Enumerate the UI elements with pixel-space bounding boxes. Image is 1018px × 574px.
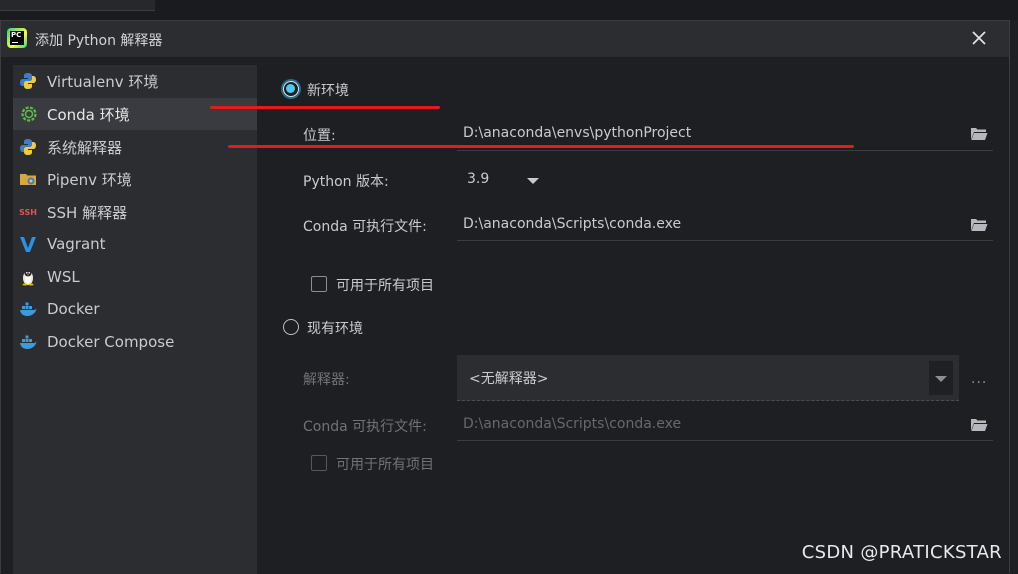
existing-conda-exe-input[interactable]: D:\anaconda\Scripts\conda.exe xyxy=(463,416,681,432)
sidebar-item-docker[interactable]: Docker xyxy=(13,293,257,325)
existing-conda-exe-label: Conda 可执行文件: xyxy=(303,416,427,436)
sidebar-item-label: WSL xyxy=(47,268,80,286)
add-interpreter-dialog: PC 添加 Python 解释器 Virtualenv 环境 xyxy=(0,20,1010,573)
existing-available-all-label: 可用于所有项目 xyxy=(336,454,434,474)
ssh-icon: SSH xyxy=(19,203,37,221)
sidebar-item-label: SSH 解释器 xyxy=(47,202,127,223)
linux-tux-icon xyxy=(19,268,37,286)
python-version-select[interactable]: 3.9 xyxy=(457,163,549,197)
sidebar-item-ssh[interactable]: SSH SSH 解释器 xyxy=(13,196,257,228)
sidebar-item-virtualenv[interactable]: Virtualenv 环境 xyxy=(13,65,257,97)
new-env-radio[interactable] xyxy=(283,81,299,97)
folder-browse-icon[interactable] xyxy=(970,127,988,141)
background-tab xyxy=(0,0,155,11)
location-label: 位置: xyxy=(303,125,336,145)
folder-browse-icon[interactable] xyxy=(970,218,988,232)
sidebar-item-vagrant[interactable]: Vagrant xyxy=(13,228,257,260)
interpreter-value: <无解释器> xyxy=(469,368,548,388)
python-icon xyxy=(19,138,37,156)
conda-exe-label: Conda 可执行文件: xyxy=(303,216,427,236)
pipenv-folder-icon xyxy=(19,170,37,188)
sidebar-item-system[interactable]: 系统解释器 xyxy=(13,131,257,163)
folder-browse-icon[interactable] xyxy=(970,418,988,432)
sidebar-item-label: Docker xyxy=(47,300,100,318)
docker-icon xyxy=(19,300,37,318)
sidebar-item-label: Docker Compose xyxy=(47,333,174,351)
dialog-titlebar: PC 添加 Python 解释器 xyxy=(1,21,1009,57)
pycharm-logo-icon: PC xyxy=(7,28,27,48)
close-button[interactable] xyxy=(967,26,991,50)
available-all-projects-label: 可用于所有项目 xyxy=(336,275,434,295)
new-env-label: 新环境 xyxy=(307,80,349,100)
more-options-button[interactable]: ... xyxy=(971,371,987,387)
location-input[interactable]: D:\anaconda\envs\pythonProject xyxy=(463,125,691,141)
interpreter-label: 解释器: xyxy=(303,369,350,389)
python-icon xyxy=(19,72,37,90)
sidebar-item-label: 系统解释器 xyxy=(47,137,122,158)
background-window-strip xyxy=(0,0,1018,20)
docker-icon xyxy=(19,333,37,351)
interpreter-dropdown-button[interactable] xyxy=(929,361,953,395)
python-version-value: 3.9 xyxy=(467,171,489,187)
existing-available-all-checkbox[interactable] xyxy=(311,455,327,471)
watermark: CSDN @PRATICKSTAR xyxy=(802,542,1002,563)
available-all-projects-checkbox[interactable] xyxy=(311,276,327,292)
existing-env-label: 现有环境 xyxy=(307,318,363,338)
close-icon xyxy=(972,31,986,45)
conda-icon xyxy=(19,105,37,123)
sidebar-item-wsl[interactable]: WSL xyxy=(13,261,257,293)
annotation-underline xyxy=(228,145,854,148)
conda-settings-panel: 新环境 位置: D:\anaconda\envs\pythonProject P… xyxy=(257,57,1011,574)
conda-exe-input[interactable]: D:\anaconda\Scripts\conda.exe xyxy=(463,216,681,232)
dialog-title: 添加 Python 解释器 xyxy=(35,30,162,50)
sidebar-item-label: Vagrant xyxy=(47,235,106,253)
sidebar-item-label: Pipenv 环境 xyxy=(47,169,132,190)
annotation-underline xyxy=(210,106,440,109)
python-version-label: Python 版本: xyxy=(303,171,389,191)
existing-env-radio[interactable] xyxy=(283,319,299,335)
chevron-down-icon xyxy=(935,376,947,382)
sidebar-item-pipenv[interactable]: Pipenv 环境 xyxy=(13,163,257,195)
interpreter-select[interactable]: <无解释器> xyxy=(457,355,959,401)
sidebar-item-docker-compose[interactable]: Docker Compose xyxy=(13,326,257,358)
interpreter-type-sidebar: Virtualenv 环境 Conda 环境 系统解释器 xyxy=(13,65,257,574)
chevron-down-icon xyxy=(527,178,539,184)
sidebar-item-label: Conda 环境 xyxy=(47,104,130,125)
sidebar-item-label: Virtualenv 环境 xyxy=(47,71,158,92)
sidebar-item-conda[interactable]: Conda 环境 xyxy=(13,98,257,130)
vagrant-icon xyxy=(19,235,37,253)
